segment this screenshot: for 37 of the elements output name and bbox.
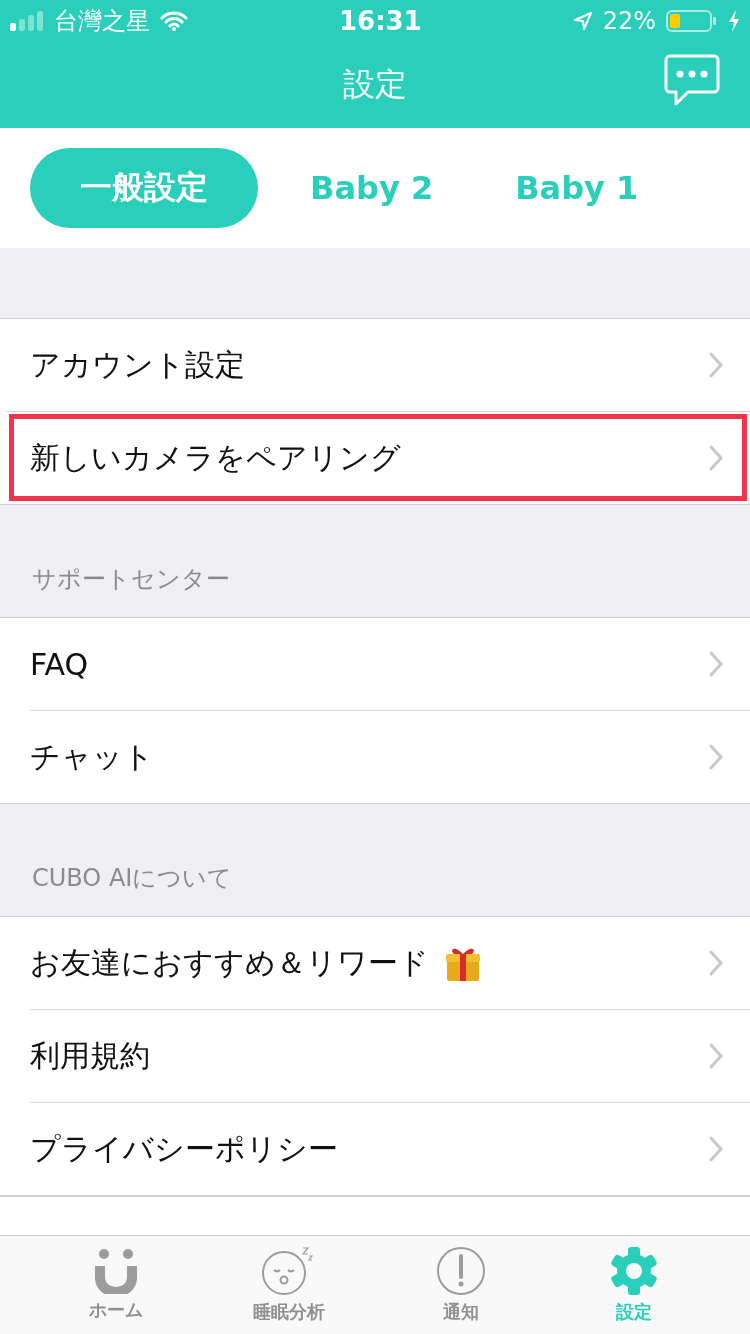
smile-face-icon: [94, 1248, 139, 1294]
highlighted-settings-row[interactable]: 新しいカメラをペアリング: [6, 411, 750, 504]
battery-percent: 22%: [602, 7, 656, 35]
settings-row[interactable]: 利用規約: [30, 1009, 750, 1102]
row-label: FAQ: [30, 646, 89, 682]
section-header: サポートセンター: [32, 564, 230, 595]
location-arrow-icon: [572, 11, 593, 31]
charging-bolt-icon: [728, 10, 740, 32]
row-label: 利用規約: [30, 1036, 150, 1075]
carrier-name: 台灣之星: [54, 6, 150, 37]
row-label: お友達におすすめ＆リワード: [30, 943, 429, 982]
exclamation-icon: [436, 1246, 487, 1296]
wifi-icon: [160, 10, 188, 32]
settings-row[interactable]: アカウント設定: [30, 319, 750, 411]
settings-row[interactable]: お友達におすすめ＆リワード: [30, 917, 750, 1009]
signal-icon: [10, 11, 44, 31]
chevron-right-icon: [708, 444, 724, 472]
settings-row[interactable]: FAQ: [30, 618, 750, 710]
chevron-right-icon: [708, 1042, 724, 1070]
settings-row[interactable]: チャット: [30, 710, 750, 803]
status-time: 16:31: [338, 6, 422, 36]
chevron-right-icon: [708, 351, 724, 379]
row-label: アカウント設定: [30, 345, 245, 384]
battery-icon: [666, 10, 718, 32]
settings-icon: [608, 1246, 659, 1296]
row-label: 新しいカメラをペアリング: [30, 438, 401, 477]
row-label: チャット: [30, 737, 154, 776]
chevron-right-icon: [708, 650, 724, 678]
sleeping-face-icon: [261, 1246, 316, 1296]
section-header: CUBO AIについて: [32, 863, 233, 894]
row-label: プライバシーポリシー: [30, 1129, 338, 1168]
chevron-right-icon: [708, 1135, 724, 1163]
settings-row[interactable]: プライバシーポリシー: [30, 1102, 750, 1195]
chat-button[interactable]: [664, 52, 720, 108]
chevron-right-icon: [708, 949, 724, 977]
chevron-right-icon: [708, 743, 724, 771]
page-title: 設定: [343, 64, 407, 105]
